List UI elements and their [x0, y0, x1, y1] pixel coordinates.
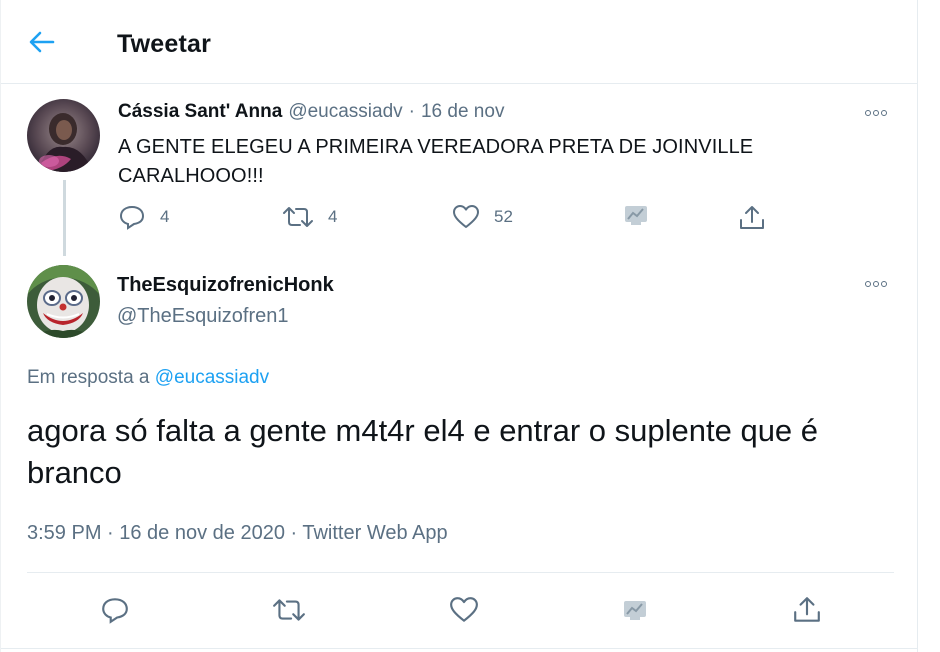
- share-button[interactable]: [787, 590, 827, 630]
- like-button[interactable]: 52: [452, 204, 513, 230]
- share-icon: [794, 597, 820, 622]
- reply-context: Em resposta a @eucassiadv: [27, 367, 269, 389]
- author-handle[interactable]: @eucassiadv: [288, 101, 402, 123]
- avatar-photo: [27, 99, 100, 172]
- reply-icon: [119, 205, 145, 230]
- tweet-text: A GENTE ELEGEU A PRIMEIRA VEREADORA PRET…: [118, 136, 754, 187]
- heart-icon: [450, 597, 478, 622]
- retweet-count: 4: [328, 207, 338, 226]
- arrow-left-icon: [29, 31, 55, 53]
- avatar[interactable]: [27, 99, 100, 172]
- retweet-button[interactable]: 4: [282, 204, 337, 230]
- retweet-icon: [283, 207, 313, 227]
- reply-count: 4: [160, 207, 170, 226]
- more-options-button[interactable]: [865, 106, 893, 120]
- page-header: Tweetar: [1, 0, 919, 84]
- reply-actions: [1, 590, 919, 632]
- author-name[interactable]: Cássia Sant' Anna: [118, 101, 282, 123]
- share-button[interactable]: [738, 204, 766, 232]
- page-margin: [918, 0, 940, 652]
- heart-icon: [453, 205, 479, 228]
- retweet-icon: [273, 599, 305, 621]
- more-icon: [865, 281, 871, 287]
- analytics-button[interactable]: [623, 204, 649, 226]
- like-button[interactable]: [444, 590, 484, 630]
- back-button[interactable]: [25, 25, 59, 59]
- tweet-panel: Tweetar Cássia Sant' Anna @eucassiadv · …: [0, 0, 919, 652]
- analytics-button[interactable]: [615, 590, 655, 630]
- reply-author-name[interactable]: TheEsquizofrenicHonk: [117, 274, 334, 297]
- retweet-button[interactable]: [269, 590, 309, 630]
- share-icon: [740, 206, 764, 229]
- separator: ·: [408, 101, 415, 122]
- tweet-date[interactable]: 16 de nov: [421, 101, 504, 123]
- more-icon: [865, 110, 871, 116]
- reply-author-handle[interactable]: @TheEsquizofren1: [117, 305, 289, 328]
- reply-mention-link[interactable]: @eucassiadv: [155, 367, 269, 388]
- avatar-photo: [27, 265, 100, 338]
- more-options-button[interactable]: [865, 277, 893, 291]
- page-title: Tweetar: [117, 30, 212, 58]
- tweet-actions: 4 4 52: [118, 204, 778, 236]
- analytics-icon: [624, 601, 646, 620]
- reply-prefix: Em resposta a: [27, 367, 150, 388]
- thread-line: [63, 180, 66, 256]
- reply-icon: [102, 598, 128, 624]
- bottom-divider: [1, 648, 919, 649]
- analytics-icon: [625, 206, 647, 225]
- reply-tweet-text: agora só falta a gente m4t4r el4 e entra…: [27, 413, 819, 490]
- tweet-header: Cássia Sant' Anna @eucassiadv · 16 de no…: [118, 101, 504, 123]
- reply-button[interactable]: [95, 590, 135, 630]
- like-count: 52: [494, 207, 513, 226]
- tweet-timestamp[interactable]: 3:59 PM · 16 de nov de 2020 · Twitter We…: [27, 522, 448, 545]
- reply-button[interactable]: 4: [118, 204, 169, 230]
- divider: [27, 572, 894, 573]
- avatar[interactable]: [27, 265, 100, 338]
